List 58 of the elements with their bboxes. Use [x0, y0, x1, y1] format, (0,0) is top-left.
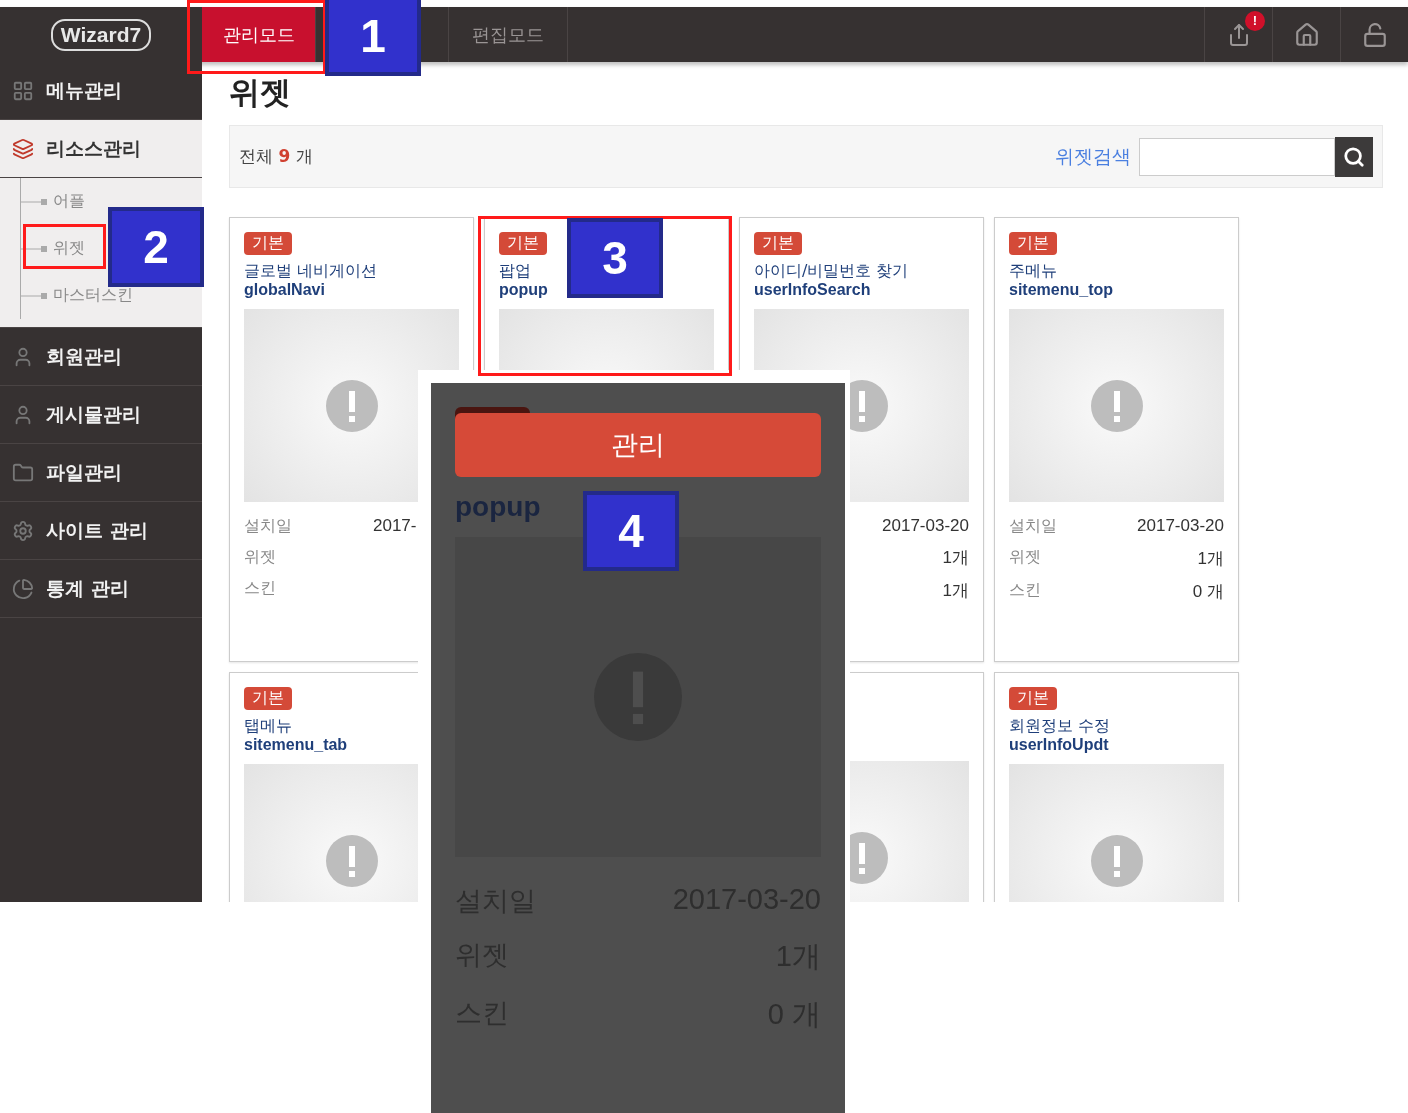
widget-id: globalNavi — [244, 280, 326, 299]
mode-tab[interactable]: 관리모드 — [202, 7, 316, 62]
widget-title: 팝업 — [499, 261, 532, 280]
sidebar-label: 사이트 관리 — [46, 517, 148, 543]
stat-label: 설치일 — [1009, 516, 1058, 537]
widget-title: 탭메뉴 — [244, 716, 293, 735]
stat-value: 2017-03-20 — [1137, 516, 1224, 537]
widget-title: 글로벌 네비게이션 — [244, 261, 379, 280]
sidebar-label: 리소스관리 — [46, 135, 141, 161]
stat-value: 1개 — [1196, 548, 1224, 570]
sidebar-label: 게시물관리 — [46, 401, 141, 427]
search-label: 위젯검색 — [1055, 143, 1131, 169]
widget-id: popup — [499, 280, 549, 299]
default-badge: 기본 — [1009, 232, 1057, 255]
widget-id: userInfoSearch — [754, 280, 872, 299]
sidebar-item[interactable]: 파일관리 — [0, 444, 202, 502]
stat-label: 설치일 — [244, 516, 293, 537]
stat-value: 1개 — [941, 547, 969, 569]
stat-value: 2017-03-20 — [882, 516, 969, 536]
sidebar-label: 메뉴관리 — [46, 77, 122, 103]
widget-id: sitemenu_top — [1009, 280, 1114, 299]
stat-label: 위젯 — [244, 547, 277, 568]
sidebar-item[interactable]: 통계 관리 — [0, 560, 202, 618]
sidebar-label: 회원관리 — [46, 343, 122, 369]
default-badge: 기본 — [244, 687, 292, 710]
default-badge: 기본 — [244, 232, 292, 255]
widget-id: userInfoUpdt — [1009, 735, 1110, 754]
sidebar-item[interactable]: 사이트 관리 — [0, 502, 202, 560]
logo[interactable]: Wizard7 — [50, 18, 152, 51]
page-title: 위젯 — [229, 73, 292, 112]
stat-value: 2017- — [373, 516, 418, 537]
stat-value: 1개 — [941, 580, 969, 602]
widget-title: 아이디/비밀번호 찾기 — [754, 261, 910, 280]
step-number-label: 3 — [567, 218, 663, 298]
step-number-label: 1 — [325, 0, 421, 76]
stat-label: 스킨 — [244, 578, 277, 599]
stat-label: 위젯 — [1009, 547, 1042, 568]
manage-button[interactable]: 관리 — [455, 413, 821, 477]
widget-id: sitemenu_tab — [244, 735, 349, 754]
sidebar-label: 파일관리 — [46, 459, 122, 485]
step-number-label: 2 — [108, 207, 204, 287]
total-count: 전체 9 개 — [239, 145, 313, 168]
default-badge: 기본 — [1009, 687, 1057, 710]
widget-title: 주메뉴 — [1009, 261, 1058, 280]
sidebar-item[interactable]: 회원관리 — [0, 328, 202, 386]
default-badge: 기본 — [499, 232, 547, 255]
sidebar-label: 통계 관리 — [46, 575, 129, 601]
step-number-label: 4 — [583, 491, 679, 571]
mode-tab[interactable]: 편집모드 — [449, 7, 568, 62]
sidebar-item[interactable]: 리소스관리 — [0, 120, 202, 178]
widget-title: 회원정보 수정 — [1009, 716, 1112, 735]
stat-label: 스킨 — [1009, 580, 1042, 601]
widget-card[interactable]: 기본 회원정보 수정 userInfoUpdt — [994, 672, 1239, 902]
widget-card[interactable]: 기본 주메뉴 sitemenu_top 설치일 2017-03-20 위젯 1개 스킨 0 개 — [994, 217, 1239, 662]
sidebar-item[interactable]: 게시물관리 — [0, 386, 202, 444]
notification-badge: ! — [1245, 11, 1265, 31]
default-badge: 기본 — [754, 232, 802, 255]
stat-value: 0 개 — [1191, 581, 1224, 603]
